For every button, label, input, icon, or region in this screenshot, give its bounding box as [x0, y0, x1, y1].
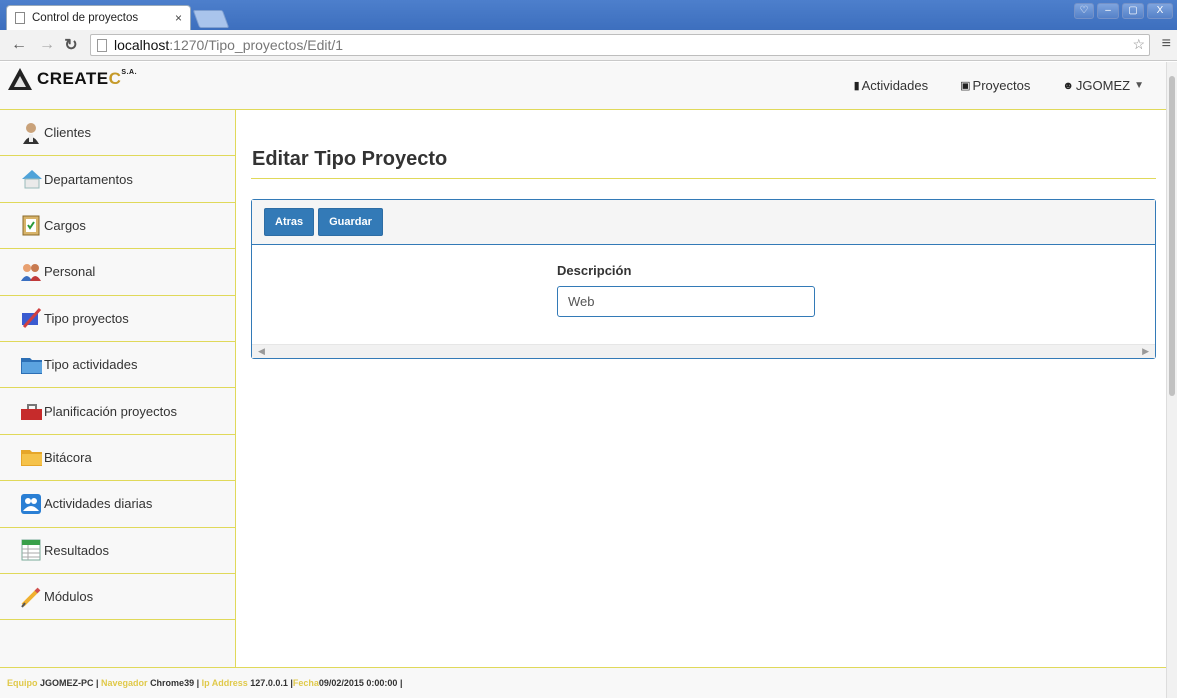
comment-icon: ▮: [853, 80, 860, 92]
reload-icon[interactable]: ↻: [62, 35, 80, 55]
new-tab-button[interactable]: [192, 10, 230, 28]
footer-key-equipo: Equipo: [7, 678, 40, 688]
user-profile-button[interactable]: ♡: [1074, 3, 1094, 19]
sidebar-item-cargos[interactable]: Cargos: [0, 203, 235, 250]
page-scrollbar[interactable]: [1166, 62, 1177, 698]
home-icon: [20, 168, 42, 190]
window-controls: ♡ – ▢ X: [1074, 3, 1173, 19]
team-icon: [20, 493, 42, 515]
sidebar-item-planificacion-proyectos[interactable]: Planificación proyectos: [0, 388, 235, 435]
nav-proyectos[interactable]: ▣ Proyectos: [960, 78, 1030, 93]
back-button[interactable]: Atras: [264, 208, 315, 236]
close-window-button[interactable]: X: [1147, 3, 1173, 19]
scroll-right-icon[interactable]: ▶: [1142, 346, 1149, 357]
sidebar-item-clientes[interactable]: Clientes: [0, 110, 235, 157]
footer-key-ip: Ip Address: [201, 678, 251, 688]
sidebar-item-actividades-diarias[interactable]: Actividades diarias: [0, 481, 235, 528]
footer-equipo-value: JGOMEZ-PC |: [40, 678, 102, 688]
top-nav: ▮ Actividades ▣ Proyectos ☻ JGOMEZ ▼: [854, 78, 1144, 93]
user-name: JGOMEZ: [1075, 78, 1131, 93]
bookmark-star-icon[interactable]: ☆: [1132, 36, 1145, 53]
sidebar-item-label: Personal: [44, 264, 96, 280]
tab-close-icon[interactable]: ×: [175, 11, 182, 25]
save-button[interactable]: Guardar: [318, 208, 383, 236]
sidebar-item-label: Resultados: [44, 542, 110, 558]
url-path: :1270/Tipo_proyectos/Edit/1: [169, 37, 344, 53]
brand-name-accent: C: [108, 69, 122, 88]
sidebar-item-resultados[interactable]: Resultados: [0, 528, 235, 574]
minimize-button[interactable]: –: [1097, 3, 1119, 19]
sidebar-item-label: Tipo proyectos: [44, 310, 129, 326]
browser-toolbar: ← → ↻ localhost :1270/Tipo_proyectos/Edi…: [0, 30, 1177, 61]
footer-navegador-value: Chrome39 |: [150, 678, 202, 688]
chevron-down-icon: ▼: [1134, 80, 1144, 91]
page-icon: [15, 12, 25, 24]
description-form-group: Descripción: [557, 263, 815, 317]
sidebar-item-personal[interactable]: Personal: [0, 249, 235, 296]
sidebar-item-label: Cargos: [44, 217, 86, 233]
sidebar-item-modulos[interactable]: Módulos: [0, 574, 235, 621]
pen-icon: [20, 307, 42, 329]
sidebar-item-departamentos[interactable]: Departamentos: [0, 156, 235, 203]
description-input[interactable]: [557, 286, 815, 317]
page-title: Editar Tipo Proyecto: [252, 148, 448, 170]
page-icon: [97, 38, 107, 52]
footer: Equipo JGOMEZ-PC | Navegador Chrome39 | …: [0, 667, 1166, 698]
sidebar-item-label: Bitácora: [44, 449, 92, 465]
footer-ip-value: 127.0.0.1 |: [250, 678, 293, 688]
spreadsheet-icon: [20, 539, 42, 561]
nav-actividades[interactable]: ▮ Actividades: [854, 78, 929, 93]
sidebar-item-label: Actividades diarias: [44, 496, 153, 512]
brand-suffix: S.A.: [121, 69, 138, 76]
user-icon: ☻: [1062, 79, 1074, 92]
menu-icon[interactable]: ≡: [1162, 35, 1171, 53]
briefcase-icon: ▣: [960, 80, 971, 92]
footer-fecha-value: 09/02/2015 0:00:00 |: [318, 678, 403, 688]
user-menu[interactable]: ☻ JGOMEZ ▼: [1062, 78, 1144, 93]
tab-title: Control de proyectos: [32, 12, 139, 24]
pencil-icon: [20, 586, 42, 608]
address-bar[interactable]: localhost :1270/Tipo_proyectos/Edit/1: [90, 34, 1150, 56]
url-host: localhost: [114, 37, 170, 53]
horizontal-scrollbar[interactable]: ◀ ▶: [252, 344, 1155, 358]
brand-logo[interactable]: CREATECS.A.: [8, 68, 137, 90]
browser-tabstrip: Control de proyectos × ♡ – ▢ X: [0, 0, 1177, 30]
scrollbar-thumb[interactable]: [1169, 76, 1175, 396]
folder-orange-icon: [20, 446, 42, 468]
sidebar: Clientes Departamentos Cargos Personal T…: [0, 110, 236, 667]
client-icon: [20, 122, 42, 144]
brand-name: CREATE: [37, 69, 109, 88]
scroll-left-icon[interactable]: ◀: [258, 346, 265, 357]
people-icon: [20, 261, 42, 283]
sidebar-item-tipo-actividades[interactable]: Tipo actividades: [0, 342, 235, 389]
sidebar-item-bitacora[interactable]: Bitácora: [0, 435, 235, 482]
footer-key-navegador: Navegador: [101, 678, 151, 688]
panel-header: Atras Guardar: [252, 200, 1155, 245]
maximize-button[interactable]: ▢: [1122, 3, 1144, 19]
page: CREATECS.A. ▮ Actividades ▣ Proyectos ☻ …: [0, 62, 1166, 698]
sidebar-item-label: Tipo actividades: [44, 357, 138, 373]
clipboard-icon: [20, 214, 42, 236]
footer-key-fecha: Fecha: [292, 678, 319, 688]
toolbox-icon: [20, 400, 42, 422]
description-label: Descripción: [557, 263, 632, 278]
sidebar-item-label: Departamentos: [44, 171, 133, 187]
folder-icon: [20, 354, 42, 376]
title-divider: [251, 178, 1156, 179]
sidebar-item-label: Clientes: [44, 125, 91, 141]
sidebar-item-label: Planificación proyectos: [44, 403, 177, 419]
edit-panel: Atras Guardar Descripción ◀ ▶: [251, 199, 1156, 359]
logo-triangle-icon: [8, 68, 32, 90]
forward-arrow-icon[interactable]: →: [38, 36, 56, 54]
browser-tab[interactable]: Control de proyectos ×: [6, 5, 191, 30]
top-navbar: CREATECS.A. ▮ Actividades ▣ Proyectos ☻ …: [0, 62, 1166, 110]
nav-actividades-label: Actividades: [861, 78, 929, 93]
sidebar-item-label: Módulos: [44, 589, 94, 605]
sidebar-item-tipo-proyectos[interactable]: Tipo proyectos: [0, 296, 235, 342]
nav-proyectos-label: Proyectos: [972, 78, 1031, 93]
back-arrow-icon[interactable]: ←: [10, 36, 28, 54]
